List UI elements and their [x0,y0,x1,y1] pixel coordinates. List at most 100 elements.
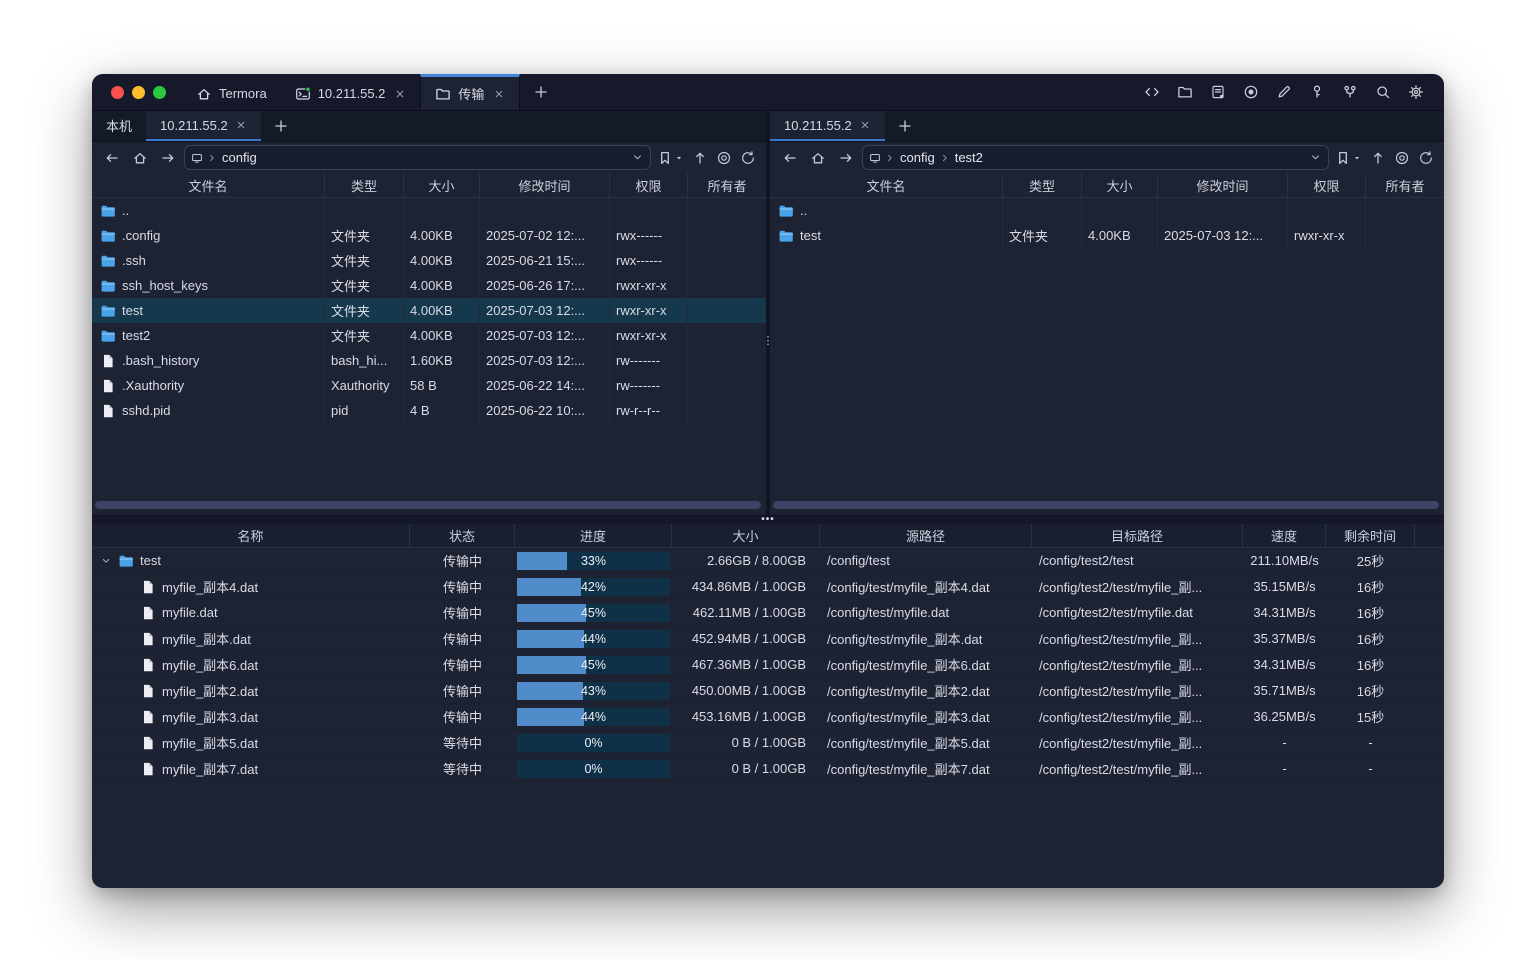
table-row[interactable]: .. [770,198,1444,223]
close-tab-icon[interactable] [235,119,247,131]
forward-button[interactable] [156,146,180,170]
transfer-row[interactable]: myfile_副本4.dat传输中42%434.86MB / 1.00GB/co… [92,574,1444,600]
forward-button[interactable] [834,146,858,170]
title-tab-传输[interactable]: 传输 [420,74,520,110]
table-row[interactable]: .config文件夹4.00KB2025-07-02 12:...rwx----… [92,223,766,248]
close-window-button[interactable] [111,86,124,99]
right-panel-new-tab-button[interactable] [885,111,925,141]
plus-icon[interactable] [533,84,549,100]
title-tab-Termora[interactable]: Termora [182,74,281,110]
left-panel-new-tab-button[interactable] [261,111,301,141]
title-tab-10.211.55.2[interactable]: 10.211.55.2 [281,74,421,110]
parent-directory-button[interactable] [690,146,710,170]
chevron-down-icon[interactable] [1309,151,1322,164]
transfer-row[interactable]: myfile_副本5.dat等待中0%0 B / 1.00GB/config/t… [92,730,1444,756]
column-header[interactable]: 速度 [1243,524,1326,548]
transfer-row[interactable]: myfile_副本3.dat传输中44%453.16MB / 1.00GB/co… [92,704,1444,730]
chevron-down-icon[interactable] [631,151,644,164]
column-header[interactable]: 权限 [1288,173,1366,198]
table-row[interactable]: sshd.pidpid4 B2025-06-22 10:...rw-r--r-- [92,398,766,423]
column-header[interactable]: 所有者 [1366,173,1444,198]
show-hidden-files-button[interactable] [1392,146,1412,170]
right-horizontal-scrollbar[interactable] [773,501,1439,509]
plus-icon[interactable] [897,118,913,134]
refresh-button[interactable] [1416,146,1436,170]
column-header[interactable]: 所有者 [688,173,766,198]
column-header[interactable]: 修改时间 [480,173,610,198]
key-button[interactable] [1305,80,1329,104]
cell: rwxr-xr-x [610,298,688,323]
column-header[interactable]: 修改时间 [1158,173,1288,198]
table-row[interactable]: .XauthorityXauthority58 B2025-06-22 14:.… [92,373,766,398]
search-button[interactable] [1371,80,1395,104]
column-header[interactable]: 大小 [672,524,820,548]
zoom-window-button[interactable] [153,86,166,99]
column-header[interactable]: 大小 [1082,173,1158,198]
table-row[interactable]: .ssh文件夹4.00KB2025-06-21 15:...rwx------ [92,248,766,273]
column-header[interactable]: 状态 [410,524,515,548]
left-panel-tab-10.211.55.2[interactable]: 10.211.55.2 [146,111,261,141]
cell [325,198,404,223]
close-tab-icon[interactable] [493,88,505,100]
breadcrumb-segment[interactable]: test2 [954,150,984,165]
transfer-row[interactable]: myfile_副本.dat传输中44%452.94MB / 1.00GB/con… [92,626,1444,652]
home-button[interactable] [128,146,152,170]
fork-button[interactable] [1338,80,1362,104]
gear-button[interactable] [1404,80,1428,104]
left-panel-tab-本机[interactable]: 本机 [92,111,146,141]
transfer-row[interactable]: myfile.dat传输中45%462.11MB / 1.00GB/config… [92,600,1444,626]
table-row[interactable]: test文件夹4.00KB2025-07-03 12:...rwxr-xr-x [92,298,766,323]
minimize-window-button[interactable] [132,86,145,99]
left-horizontal-scrollbar[interactable] [95,501,761,509]
table-row[interactable]: test2文件夹4.00KB2025-07-03 12:...rwxr-xr-x [92,323,766,348]
code-button[interactable] [1140,80,1164,104]
column-header[interactable]: 源路径 [820,524,1032,548]
table-row[interactable]: .bash_historybash_hi...1.60KB2025-07-03 … [92,348,766,373]
back-button[interactable] [778,146,802,170]
column-header[interactable]: 进度 [515,524,672,548]
close-tab-icon[interactable] [394,88,406,100]
log-button[interactable] [1206,80,1230,104]
right-breadcrumb[interactable]: config test2 [862,145,1329,170]
column-header[interactable]: 类型 [1003,173,1082,198]
column-header[interactable]: 类型 [325,173,404,198]
transfer-row[interactable]: myfile_副本2.dat传输中43%450.00MB / 1.00GB/co… [92,678,1444,704]
scrollbar-thumb[interactable] [773,501,1439,509]
bookmark-button[interactable] [1333,146,1364,170]
back-button[interactable] [100,146,124,170]
breadcrumb-segment[interactable]: config [899,150,936,165]
transfer-name-cell: myfile_副本4.dat [92,574,410,599]
close-tab-icon[interactable] [859,119,871,131]
table-row[interactable]: test文件夹4.00KB2025-07-03 12:...rwxr-xr-x [770,223,1444,248]
horizontal-splitter[interactable]: ••• [92,516,1444,524]
transfer-row[interactable]: myfile_副本7.dat等待中0%0 B / 1.00GB/config/t… [92,756,1444,782]
parent-directory-button[interactable] [1368,146,1388,170]
column-header[interactable]: 名称 [92,524,410,548]
column-header[interactable]: 权限 [610,173,688,198]
plus-icon[interactable] [273,118,289,134]
column-header[interactable]: 大小 [404,173,480,198]
table-row[interactable]: ssh_host_keys文件夹4.00KB2025-06-26 17:...r… [92,273,766,298]
column-header[interactable]: 文件名 [770,173,1003,198]
right-panel-tab-10.211.55.2[interactable]: 10.211.55.2 [770,111,885,141]
refresh-button[interactable] [738,146,758,170]
record-button[interactable] [1239,80,1263,104]
left-breadcrumb[interactable]: config [184,145,651,170]
show-hidden-files-button[interactable] [714,146,734,170]
column-header[interactable]: 文件名 [92,173,325,198]
size-cell: 452.94MB / 1.00GB [672,626,820,651]
scrollbar-thumb[interactable] [95,501,761,509]
column-header[interactable]: 目标路径 [1032,524,1243,548]
column-header[interactable]: 剩余时间 [1326,524,1415,548]
chevron-down-icon[interactable] [100,555,112,567]
spacer-cell [1415,548,1444,573]
folder-button[interactable] [1173,80,1197,104]
table-row[interactable]: .. [92,198,766,223]
bookmark-button[interactable] [655,146,686,170]
transfer-row[interactable]: myfile_副本6.dat传输中45%467.36MB / 1.00GB/co… [92,652,1444,678]
pencil-button[interactable] [1272,80,1296,104]
home-button[interactable] [806,146,830,170]
new-title-tab-button[interactable] [520,74,562,110]
breadcrumb-segment[interactable]: config [221,150,258,165]
transfer-row[interactable]: test传输中33%2.66GB / 8.00GB/config/test/co… [92,548,1444,574]
